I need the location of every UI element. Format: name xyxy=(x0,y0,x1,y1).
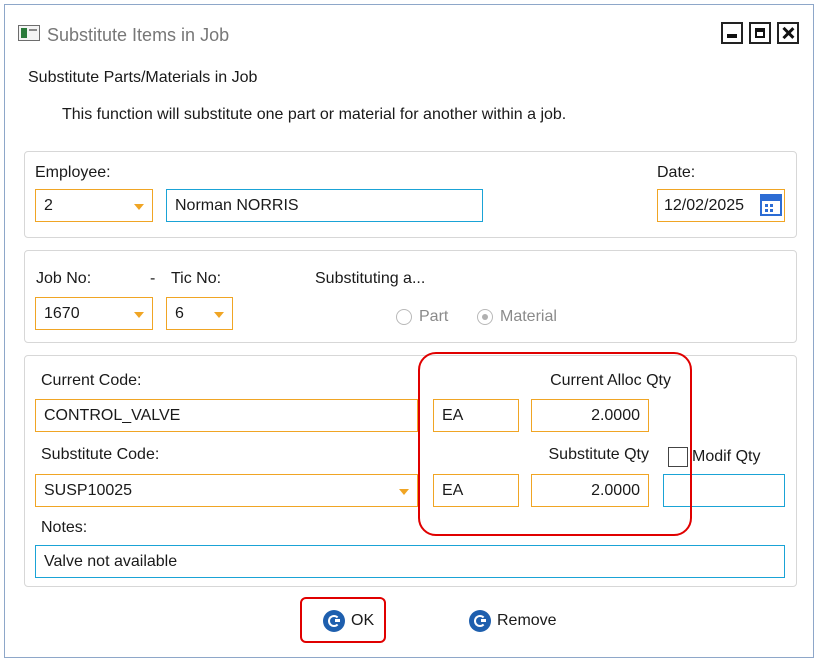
ok-button[interactable]: OK xyxy=(323,606,374,636)
tic-no-value: 6 xyxy=(175,305,184,322)
remove-button-label: Remove xyxy=(497,612,557,629)
job-group: Job No: - Tic No: 1670 6 Substituting a.… xyxy=(24,250,797,343)
date-value: 12/02/2025 xyxy=(664,197,745,214)
substituting-label: Substituting a... xyxy=(315,270,426,287)
chevron-down-icon xyxy=(214,312,224,318)
radio-material[interactable] xyxy=(477,309,493,325)
qty-highlight-annotation xyxy=(418,352,692,536)
refresh-icon xyxy=(469,610,491,632)
title-bar[interactable]: Substitute Items in Job xyxy=(5,5,813,57)
employee-name-value: Norman NORRIS xyxy=(175,197,299,214)
modif-qty-label: Modif Qty xyxy=(692,448,761,465)
job-no-value: 1670 xyxy=(44,305,80,322)
chevron-down-icon xyxy=(134,312,144,318)
refresh-icon xyxy=(323,610,345,632)
job-no-label: Job No: xyxy=(36,270,92,287)
notes-label: Notes: xyxy=(41,519,88,536)
substitute-code-dropdown[interactable]: SUSP10025 xyxy=(35,474,418,507)
chevron-down-icon xyxy=(399,489,409,495)
notes-value: Valve not available xyxy=(44,553,178,570)
minimize-button[interactable] xyxy=(721,22,743,44)
close-button[interactable] xyxy=(777,22,799,44)
employee-code-dropdown[interactable]: 2 xyxy=(35,189,153,222)
maximize-button[interactable] xyxy=(749,22,771,44)
current-code-field[interactable]: CONTROL_VALVE xyxy=(35,399,418,432)
function-description: This function will substitute one part o… xyxy=(62,106,567,123)
radio-part-label: Part xyxy=(419,308,449,325)
tic-no-dropdown[interactable]: 6 xyxy=(166,297,233,330)
date-label: Date: xyxy=(657,164,696,181)
app-icon xyxy=(18,25,40,41)
substitute-code-label: Substitute Code: xyxy=(41,446,160,463)
employee-code-value: 2 xyxy=(44,197,53,214)
ok-button-label: OK xyxy=(351,612,375,629)
current-code-label: Current Code: xyxy=(41,372,142,389)
radio-part[interactable] xyxy=(396,309,412,325)
substitute-code-value: SUSP10025 xyxy=(44,482,133,499)
section-heading: Substitute Parts/Materials in Job xyxy=(28,69,258,86)
current-code-value: CONTROL_VALVE xyxy=(44,407,181,424)
job-tic-separator: - xyxy=(150,270,156,287)
remove-button[interactable]: Remove xyxy=(469,606,557,636)
calendar-icon[interactable] xyxy=(760,194,782,216)
notes-field[interactable]: Valve not available xyxy=(35,545,785,578)
job-no-dropdown[interactable]: 1670 xyxy=(35,297,153,330)
employee-group: Employee: 2 Norman NORRIS Date: 12/02/20… xyxy=(24,151,797,238)
chevron-down-icon xyxy=(134,204,144,210)
date-picker[interactable]: 12/02/2025 xyxy=(657,189,785,222)
dialog-window: Substitute Items in Job Substitute Parts… xyxy=(4,4,814,658)
window-title: Substitute Items in Job xyxy=(47,25,230,45)
radio-material-label: Material xyxy=(500,308,557,325)
employee-label: Employee: xyxy=(35,164,111,181)
employee-name-field[interactable]: Norman NORRIS xyxy=(166,189,483,222)
tic-no-label: Tic No: xyxy=(171,270,222,287)
